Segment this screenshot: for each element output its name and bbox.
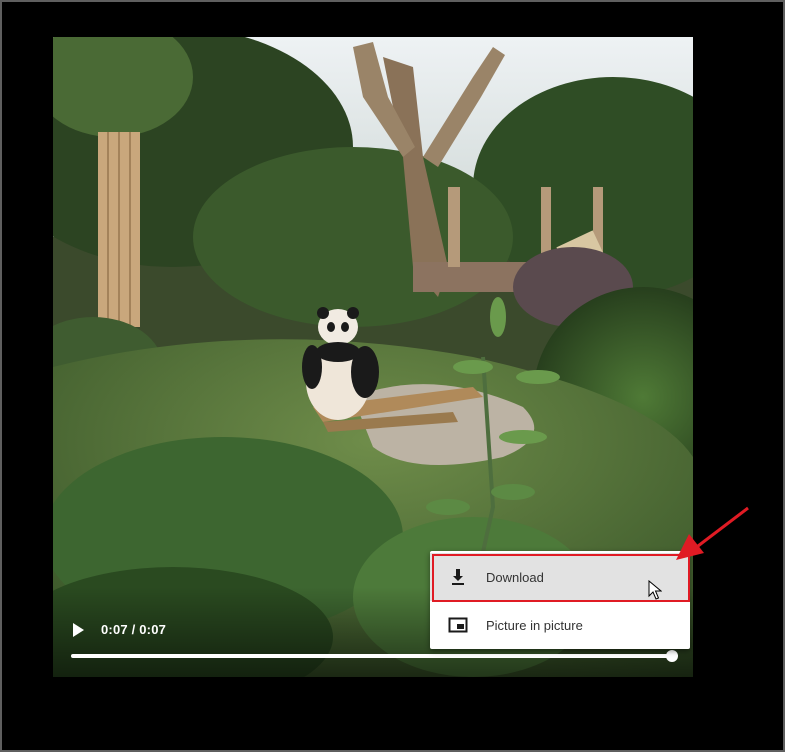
menu-item-label: Picture in picture	[486, 617, 583, 633]
menu-item-label: Download	[486, 569, 544, 585]
time-display: 0:07 / 0:07	[101, 622, 167, 637]
seek-thumb[interactable]	[666, 650, 678, 662]
download-icon	[452, 569, 464, 585]
menu-item-picture-in-picture[interactable]: Picture in picture	[430, 601, 690, 649]
play-icon[interactable]	[69, 621, 87, 639]
picture-in-picture-icon	[448, 617, 468, 633]
video-context-menu: Download Picture in picture	[430, 551, 690, 649]
mouse-cursor-icon	[648, 580, 662, 600]
seek-bar[interactable]	[71, 654, 673, 658]
